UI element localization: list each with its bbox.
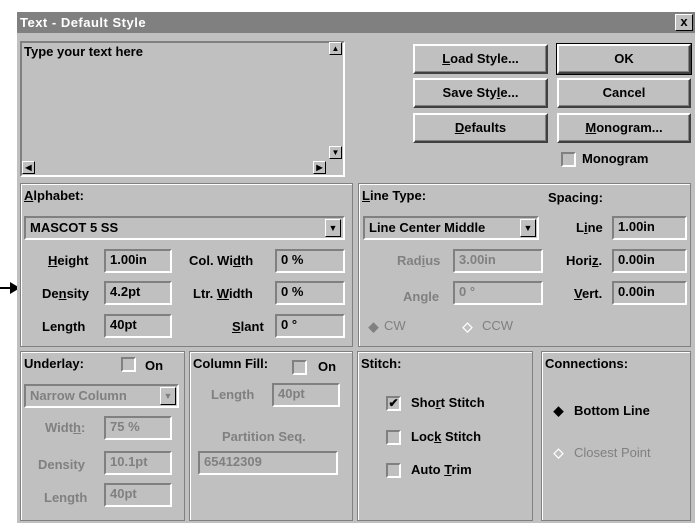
length-label: Length [42, 319, 86, 334]
slant-label: Slant [232, 319, 264, 334]
length-field[interactable]: 40pt [104, 314, 172, 338]
col-width-label: Col. Width [189, 253, 254, 268]
ccw-label: CCW [482, 318, 514, 333]
underlay-label: Underlay: [24, 356, 84, 371]
load-style-button[interactable]: Load Style... [413, 44, 548, 74]
text-area-value: Type your text here [24, 44, 143, 59]
ccw-radio[interactable]: ◇ [461, 320, 474, 333]
line-type-label: Line Type: [362, 188, 427, 203]
ltr-width-label: Ltr. Width [193, 286, 253, 301]
defaults-button[interactable]: Defaults [413, 113, 548, 143]
scroll-left-button[interactable]: ◀ [22, 161, 35, 174]
monogram-button[interactable]: Monogram... [557, 113, 691, 143]
underlay-width-field[interactable]: 75 % [104, 416, 172, 440]
partition-seq-field[interactable]: 65412309 [198, 451, 338, 475]
title-bar: Text - Default Style [17, 12, 695, 33]
auto-trim-checkbox[interactable] [386, 463, 401, 478]
col-width-field[interactable]: 0 % [275, 249, 345, 273]
vert-field[interactable]: 0.00in [612, 281, 687, 305]
vert-label: Vert. [574, 286, 603, 301]
slant-field[interactable]: 0 ° [275, 314, 345, 338]
cw-label: CW [384, 318, 406, 333]
underlay-on-label: On [145, 358, 164, 373]
ltr-width-field[interactable]: 0 % [275, 281, 345, 305]
close-button[interactable]: x [675, 14, 693, 31]
ok-button[interactable]: OK [557, 44, 691, 74]
short-stitch-label: Short Stitch [411, 395, 485, 410]
bottom-line-radio[interactable]: ◆ [552, 404, 565, 417]
angle-label: Angle [403, 289, 440, 304]
cw-radio[interactable]: ◆ [367, 320, 380, 333]
short-stitch-checkbox[interactable]: ✔ [386, 396, 401, 411]
line-type-select[interactable]: Line Center Middle [363, 216, 539, 240]
connections-label: Connections: [545, 356, 629, 371]
radius-label: Radius [397, 253, 441, 268]
underlay-length-label: Length [44, 490, 88, 505]
save-style-button[interactable]: Save Style... [413, 78, 548, 108]
density-field[interactable]: 4.2pt [104, 281, 172, 305]
column-fill-label: Column Fill: [193, 356, 269, 371]
auto-trim-label: Auto Trim [411, 462, 472, 477]
stitch-label: Stitch: [361, 356, 402, 371]
lock-stitch-label: Lock Stitch [411, 429, 482, 444]
scroll-right-button[interactable]: ▶ [313, 161, 326, 174]
monogram-checkbox-label: Monogram [582, 151, 649, 166]
underlay-width-label: Width: [45, 420, 86, 435]
column-fill-on-label: On [318, 359, 337, 374]
line-type-dropdown-arrow-icon[interactable]: ▼ [520, 219, 536, 237]
horiz-field[interactable]: 0.00in [612, 249, 687, 273]
scroll-up-button[interactable]: ▲ [329, 42, 342, 55]
alphabet-dropdown-arrow-icon[interactable]: ▼ [325, 219, 341, 237]
underlay-length-field[interactable]: 40pt [104, 483, 172, 507]
underlay-density-label: Density [38, 457, 85, 472]
column-fill-length-label: Length [211, 387, 255, 402]
horiz-label: Horiz. [566, 253, 603, 268]
spacing-line-label: Line [576, 220, 603, 235]
alphabet-label: Alphabet: [24, 188, 84, 203]
monogram-checkbox[interactable] [561, 152, 576, 167]
lock-stitch-checkbox[interactable] [386, 430, 401, 445]
cancel-button[interactable]: Cancel [557, 78, 691, 108]
density-label: Density [42, 286, 89, 301]
radius-field[interactable]: 3.00in [453, 249, 543, 273]
closest-point-label: Closest Point [574, 445, 651, 460]
text-area[interactable]: Type your text here [20, 41, 345, 177]
underlay-on-checkbox[interactable] [121, 357, 136, 372]
scroll-down-button[interactable]: ▼ [329, 146, 342, 159]
partition-seq-label: Partition Seq. [222, 429, 306, 444]
underlay-dropdown-arrow-icon[interactable]: ▼ [160, 387, 176, 405]
underlay-density-field[interactable]: 10.1pt [104, 451, 172, 475]
height-field[interactable]: 1.00in [104, 249, 172, 273]
spacing-label: Spacing: [548, 190, 603, 205]
closest-point-radio[interactable]: ◇ [552, 446, 565, 459]
spacing-line-field[interactable]: 1.00in [612, 216, 687, 240]
alphabet-font-select[interactable]: MASCOT 5 SS [24, 216, 345, 240]
underlay-type-select[interactable]: Narrow Column [24, 384, 179, 408]
height-label: Height [48, 253, 89, 268]
column-fill-length-field[interactable]: 40pt [272, 383, 340, 407]
column-fill-on-checkbox[interactable] [292, 360, 307, 375]
bottom-line-label: Bottom Line [574, 403, 650, 418]
angle-field[interactable]: 0 ° [453, 281, 543, 305]
connections-panel [541, 351, 691, 521]
